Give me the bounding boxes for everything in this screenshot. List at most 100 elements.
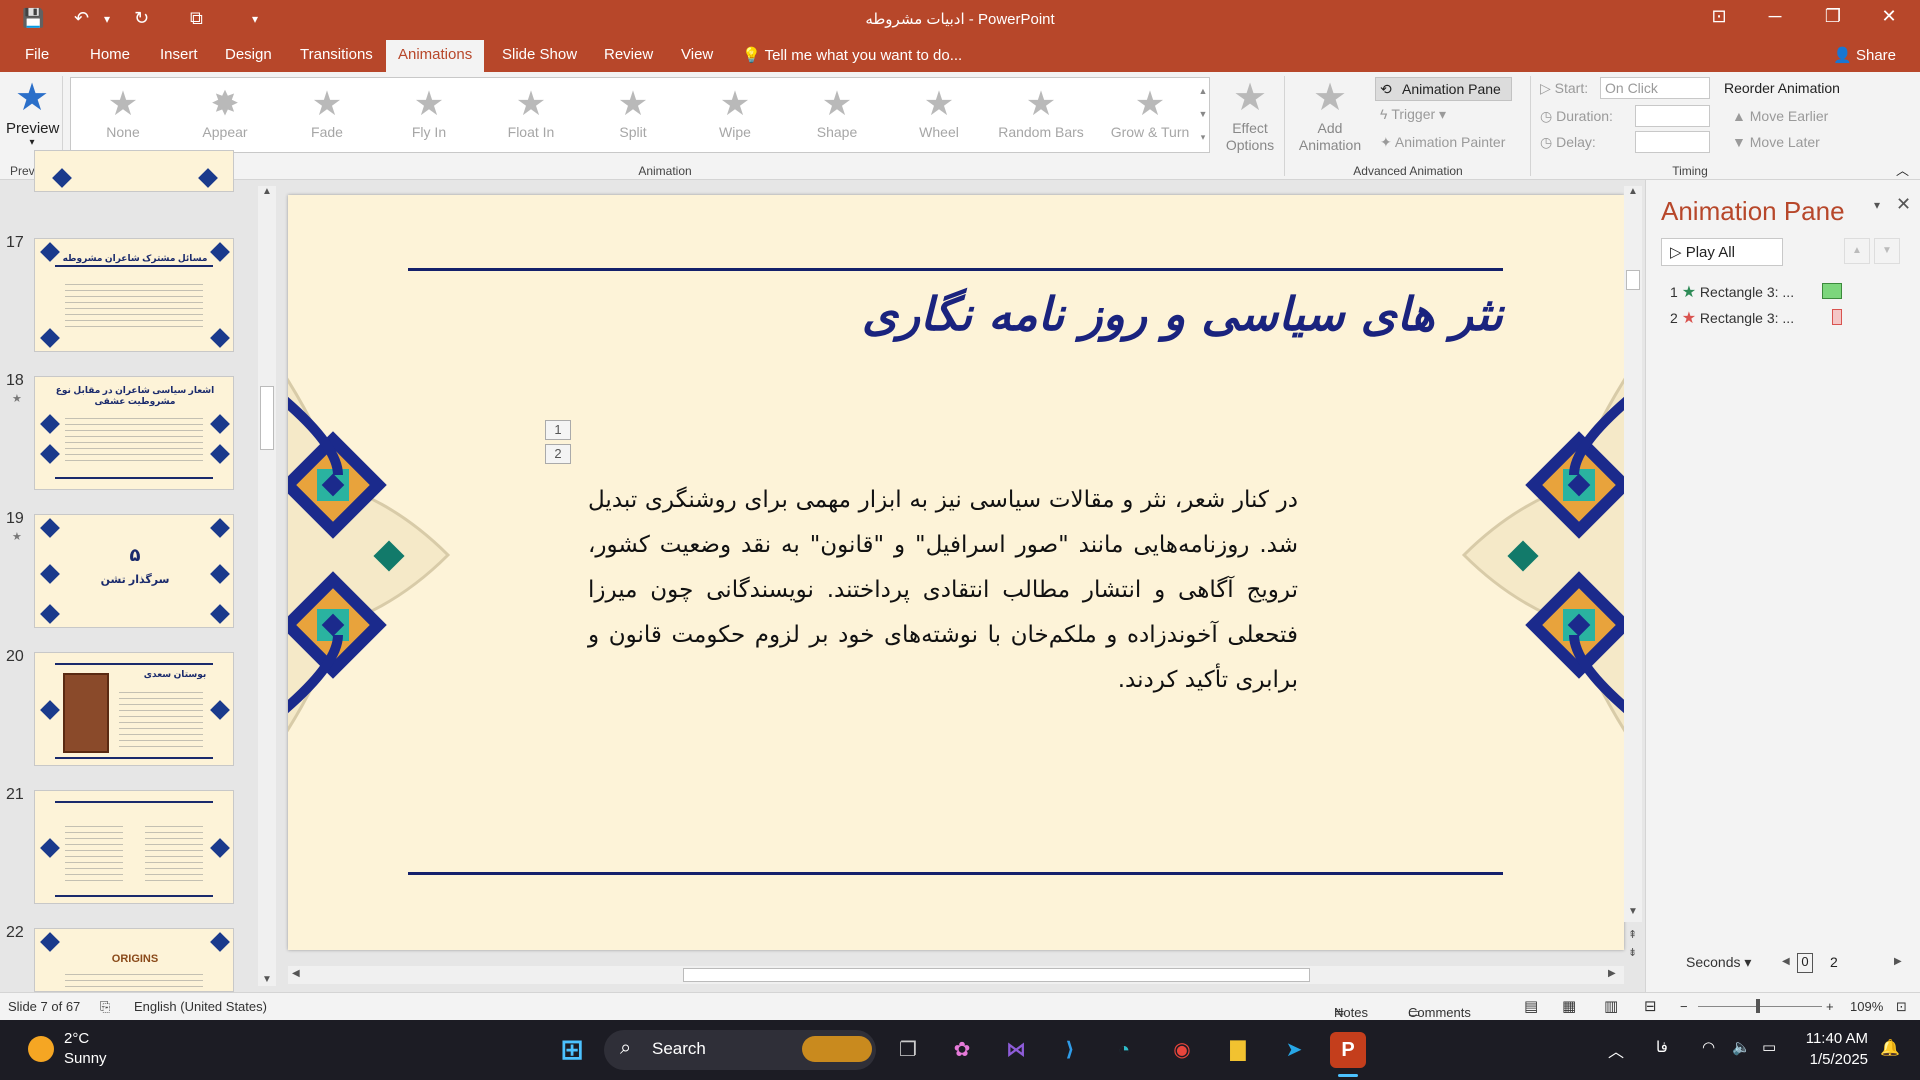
animation-pane-button[interactable]: ⟲ Animation Pane xyxy=(1375,77,1512,101)
preview-button[interactable]: ★ Preview ▾ xyxy=(6,76,59,148)
seconds-dropdown[interactable]: Seconds ▾ xyxy=(1686,954,1751,971)
move-later-button[interactable]: ▼ Move Later xyxy=(1732,134,1820,150)
chrome-icon[interactable]: ◉ xyxy=(1164,1032,1200,1068)
scroll-right-icon[interactable]: ▶ xyxy=(1608,968,1616,979)
anim-grow-turn[interactable]: ★ Grow & Turn xyxy=(1095,84,1205,140)
move-up-button[interactable]: ▲ xyxy=(1844,238,1870,264)
spellcheck-icon[interactable]: ⎘ xyxy=(100,999,110,1015)
tab-slide-show[interactable]: Slide Show xyxy=(502,46,577,63)
zoom-slider[interactable] xyxy=(1698,1006,1822,1007)
battery-icon[interactable]: ▭ xyxy=(1762,1038,1776,1056)
close-pane-icon[interactable]: ✕ xyxy=(1896,194,1911,215)
zoom-level[interactable]: 109% xyxy=(1850,999,1883,1014)
tab-home[interactable]: Home xyxy=(90,46,130,63)
tab-transitions[interactable]: Transitions xyxy=(300,46,373,63)
slide-thumbnail[interactable] xyxy=(34,150,234,192)
slide-thumbnail-19[interactable]: ۵ سرگذار تشن xyxy=(34,514,234,628)
slide-body-text[interactable]: در کنار شعر، نثر و مقالات سیاسی نیز به ا… xyxy=(588,478,1298,703)
anim-split[interactable]: ★ Split xyxy=(585,84,681,140)
clock-time[interactable]: 11:40 AM xyxy=(1800,1030,1868,1047)
file-explorer-icon[interactable]: ▇ xyxy=(1220,1032,1256,1068)
share-button[interactable]: 👤 Share xyxy=(1833,46,1896,64)
animation-tag-1[interactable]: 1 xyxy=(545,420,571,440)
start-select[interactable]: On Click xyxy=(1600,77,1710,99)
scroll-up-icon[interactable]: ▲ xyxy=(1628,186,1638,197)
scroll-down-icon[interactable]: ▼ xyxy=(1628,906,1638,917)
slide-thumbnail-17[interactable]: مسائل مشترک شاعران مشروطه xyxy=(34,238,234,352)
tab-design[interactable]: Design xyxy=(225,46,272,63)
move-down-button[interactable]: ▼ xyxy=(1874,238,1900,264)
slide-sorter-icon[interactable]: ▦ xyxy=(1562,997,1576,1015)
powerpoint-icon[interactable]: P xyxy=(1330,1032,1366,1068)
input-language[interactable]: فا xyxy=(1656,1038,1668,1056)
anim-fly-in[interactable]: ★ Fly In xyxy=(381,84,477,140)
move-earlier-button[interactable]: ▲ Move Earlier xyxy=(1732,108,1828,124)
anim-none[interactable]: ★ None xyxy=(75,84,171,140)
minimize-icon[interactable]: ─ xyxy=(1752,6,1798,27)
visual-studio-icon[interactable]: ⋈ xyxy=(998,1032,1034,1068)
telegram-icon[interactable]: ➤ xyxy=(1276,1032,1312,1068)
maximize-icon[interactable]: ❐ xyxy=(1810,6,1856,27)
slide-thumbnail-18[interactable]: اشعار سیاسی شاعران در مقابل نوع مشروطیت … xyxy=(34,376,234,490)
anim-appear[interactable]: ✸ Appear xyxy=(177,84,273,140)
animation-item-1[interactable]: 1 ★ Rectangle 3: ... xyxy=(1670,282,1842,302)
slide-hscrollbar[interactable]: ◀ ▶ xyxy=(288,966,1624,984)
anim-float-in[interactable]: ★ Float In xyxy=(483,84,579,140)
slide-thumbnail-22[interactable]: ORIGINS xyxy=(34,928,234,992)
slideshow-view-icon[interactable]: ⊟ xyxy=(1644,997,1657,1015)
notification-bell-icon[interactable]: 🔔 xyxy=(1880,1038,1900,1058)
tab-view[interactable]: View xyxy=(681,46,713,63)
anim-wheel[interactable]: ★ Wheel xyxy=(891,84,987,140)
slide-title[interactable]: نثر های سیاسی و روز نامه نگاری xyxy=(408,287,1503,341)
zoom-in-icon[interactable]: + xyxy=(1826,999,1834,1014)
hscroll-thumb[interactable] xyxy=(683,968,1310,982)
task-view-icon[interactable]: ❐ xyxy=(890,1032,926,1068)
add-animation-button[interactable]: ★ Add Animation xyxy=(1290,76,1370,154)
slide-thumbnail-20[interactable]: بوستان سعدی xyxy=(34,652,234,766)
search-box[interactable]: ⌕ Search xyxy=(604,1030,876,1070)
anim-random-bars[interactable]: ★ Random Bars xyxy=(993,84,1089,140)
tab-animations[interactable]: Animations xyxy=(386,40,485,72)
anim-fade[interactable]: ★ Fade xyxy=(279,84,375,140)
timeline-left-icon[interactable]: ◀ xyxy=(1782,956,1790,967)
scroll-down-icon[interactable]: ▼ xyxy=(262,974,272,985)
effect-options-button[interactable]: ★ Effect Options xyxy=(1222,76,1278,154)
pane-options-icon[interactable]: ▾ xyxy=(1874,198,1880,212)
language-indicator[interactable]: English (United States) xyxy=(134,999,267,1014)
copilot-icon[interactable]: ✿ xyxy=(944,1032,980,1068)
animation-item-2[interactable]: 2 ★ Rectangle 3: ... xyxy=(1670,308,1842,328)
scroll-thumb[interactable] xyxy=(260,386,274,450)
volume-icon[interactable]: 🔈 xyxy=(1732,1038,1751,1056)
delay-input[interactable] xyxy=(1635,131,1710,153)
timeline-right-icon[interactable]: ▶ xyxy=(1894,956,1902,967)
clock-date[interactable]: 1/5/2025 xyxy=(1800,1051,1868,1068)
duration-input[interactable] xyxy=(1635,105,1710,127)
scroll-left-icon[interactable]: ◀ xyxy=(292,968,300,979)
collapse-ribbon-icon[interactable]: ︿ xyxy=(1896,160,1909,179)
windows-start-icon[interactable]: ⊞ xyxy=(554,1032,590,1068)
tell-me-box[interactable]: 💡 Tell me what you want to do... xyxy=(742,46,962,64)
animation-painter-button[interactable]: ✦ Animation Painter xyxy=(1380,134,1505,151)
zoom-slider-thumb[interactable] xyxy=(1756,999,1760,1013)
gallery-scroll[interactable]: ▲ ▼ ▾ xyxy=(1196,80,1210,150)
weather-temp[interactable]: 2°C xyxy=(64,1030,89,1047)
slide-canvas[interactable]: نثر های سیاسی و روز نامه نگاری 1 2 در کن… xyxy=(288,195,1624,950)
scroll-up-icon[interactable]: ▲ xyxy=(262,186,272,197)
tab-review[interactable]: Review xyxy=(604,46,653,63)
slide-thumbnail-21[interactable] xyxy=(34,790,234,904)
vscode-icon[interactable]: ⟩ xyxy=(1052,1032,1088,1068)
zoom-out-icon[interactable]: − xyxy=(1680,999,1688,1014)
weather-desc[interactable]: Sunny xyxy=(64,1050,107,1067)
prev-next-slide-buttons[interactable]: ⇞ ⇟ xyxy=(1628,926,1637,962)
edge-icon[interactable]: ◔ xyxy=(1106,1032,1142,1068)
show-hidden-icons[interactable]: ︿ xyxy=(1608,1038,1624,1062)
animation-tag-2[interactable]: 2 xyxy=(545,444,571,464)
anim-shape[interactable]: ★ Shape xyxy=(789,84,885,140)
scroll-thumb[interactable] xyxy=(1626,270,1640,290)
normal-view-icon[interactable]: ▤ xyxy=(1524,997,1538,1015)
thumbnail-scrollbar[interactable]: ▲ ▼ xyxy=(258,186,276,986)
fit-to-window-icon[interactable]: ⊡ xyxy=(1896,999,1907,1015)
trigger-button[interactable]: ϟ Trigger ▾ xyxy=(1380,106,1446,123)
tab-insert[interactable]: Insert xyxy=(160,46,198,63)
slide-scrollbar[interactable]: ▲ ▼ xyxy=(1624,186,1642,922)
